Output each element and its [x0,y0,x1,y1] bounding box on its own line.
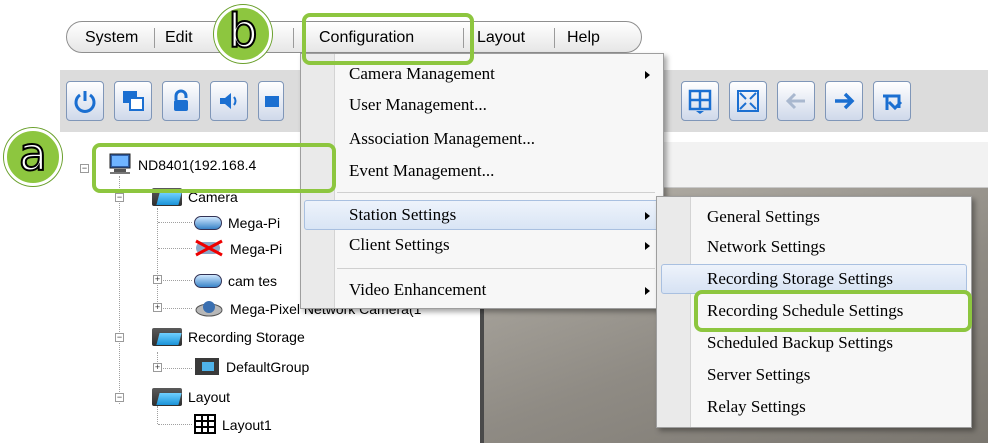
record-button[interactable] [258,81,284,121]
menu-layout[interactable]: Layout [477,29,525,47]
tree-line [157,406,158,424]
tree-node-recording-storage[interactable]: Recording Storage [152,326,305,348]
tree-line [163,308,192,309]
menu-item-network-settings[interactable]: Network Settings [707,237,826,257]
expander-camera-3[interactable]: + [153,275,162,284]
submenu-arrow-icon [645,242,650,250]
power-icon [74,91,96,113]
menu-separator [554,28,555,48]
callout-badge-b-label: b [227,4,258,58]
grid-layout-button[interactable] [681,81,719,121]
callout-badge-b: b [214,5,272,63]
menu-help[interactable]: Help [567,29,600,47]
callout-badge-a-label: a [18,127,48,181]
tree-node-recording-storage-label: Recording Storage [188,329,305,345]
callout-box-device [92,143,336,193]
tree-node-default-group[interactable]: DefaultGroup [194,356,309,378]
menu-item-scheduled-backup-settings[interactable]: Scheduled Backup Settings [707,333,893,353]
expander-layout[interactable]: − [115,393,124,402]
record-icon [265,96,279,107]
menu-gutter [657,197,691,427]
menu-system[interactable]: System [85,29,138,47]
tree-node-camera-1-label: Mega-Pi [228,215,281,231]
menu-item-server-settings[interactable]: Server Settings [707,365,810,385]
menu-item-general-settings[interactable]: General Settings [707,207,820,227]
menu-separator [293,28,294,48]
back-arrow-button[interactable] [777,81,815,121]
menu-separator [337,268,655,269]
tree-node-camera-2[interactable]: Mega-Pi [194,238,282,260]
menu-item-recording-storage-settings[interactable]: Recording Storage Settings [707,269,893,289]
menu-separator [154,28,155,48]
lock-button[interactable] [162,81,200,121]
tree-node-layout-label: Layout [188,389,231,405]
menu-item-event-management[interactable]: Event Management... [349,161,494,181]
tree-node-layout[interactable]: Layout [152,386,230,408]
folder-icon [152,388,182,406]
speaker-button[interactable] [210,81,248,121]
tree-node-camera-1[interactable]: Mega-Pi [194,212,280,234]
expander-default-group[interactable]: + [153,363,162,372]
tree-line [158,248,192,249]
speaker-icon [220,93,237,109]
fullscreen-button[interactable] [729,81,767,121]
menu-item-user-management[interactable]: User Management... [349,95,487,115]
menu-item-station-settings[interactable]: Station Settings [349,205,456,225]
camera-icon [194,274,222,288]
tree-node-layout1-label: Layout1 [222,417,272,433]
submenu-arrow-icon [645,212,650,220]
tree-node-camera-2-label: Mega-Pi [230,241,283,257]
lock-icon [174,89,188,111]
menu-item-client-settings[interactable]: Client Settings [349,235,450,255]
configuration-menu: Camera Management User Management... Ass… [300,53,664,309]
submenu-arrow-icon [645,71,650,79]
forward-arrow-icon [835,92,855,110]
callout-badge-a: a [4,128,62,186]
camera-icon [194,216,222,230]
display-swap-button[interactable] [114,81,152,121]
camera-disconnected-icon [194,239,224,260]
expander-camera-4[interactable]: + [153,303,162,312]
tree-node-layout1[interactable]: Layout1 [194,413,272,437]
grid-layout-icon [688,89,712,114]
back-arrow-icon [785,92,805,110]
tree-line [163,368,192,369]
tree-node-camera-3[interactable]: cam tes [194,270,277,292]
expander-root[interactable]: − [80,164,89,173]
group-folder-icon [194,356,220,379]
menu-separator [337,192,655,193]
callout-box-configuration [302,13,474,65]
grid-icon [194,413,216,437]
submenu-arrow-icon [645,287,650,295]
display-swap-icon [123,91,144,111]
expander-recording-storage[interactable]: − [115,333,124,342]
tree-line [119,176,120,404]
tree-node-camera-3-label: cam tes [228,273,278,289]
menu-item-camera-management[interactable]: Camera Management [349,64,495,84]
menu-item-relay-settings[interactable]: Relay Settings [707,397,806,417]
tree-line [157,208,158,308]
tree-line [158,424,192,425]
callout-box-recording-schedule [694,290,972,332]
tree-line [163,280,192,281]
menu-item-association-management[interactable]: Association Management... [349,129,535,149]
menu-item-video-enhancement[interactable]: Video Enhancement [349,280,486,300]
folder-icon [152,328,182,346]
return-icon [883,94,903,111]
fullscreen-icon [737,90,759,112]
tree-line [158,222,192,223]
tree-node-default-group-label: DefaultGroup [226,359,310,375]
power-button[interactable] [66,81,104,121]
dome-camera-icon [194,298,224,321]
forward-arrow-button[interactable] [825,81,863,121]
return-button[interactable] [873,81,911,121]
clipped-heading [0,0,988,14]
menu-edit[interactable]: Edit [165,29,193,47]
expander-camera[interactable]: − [115,193,124,202]
